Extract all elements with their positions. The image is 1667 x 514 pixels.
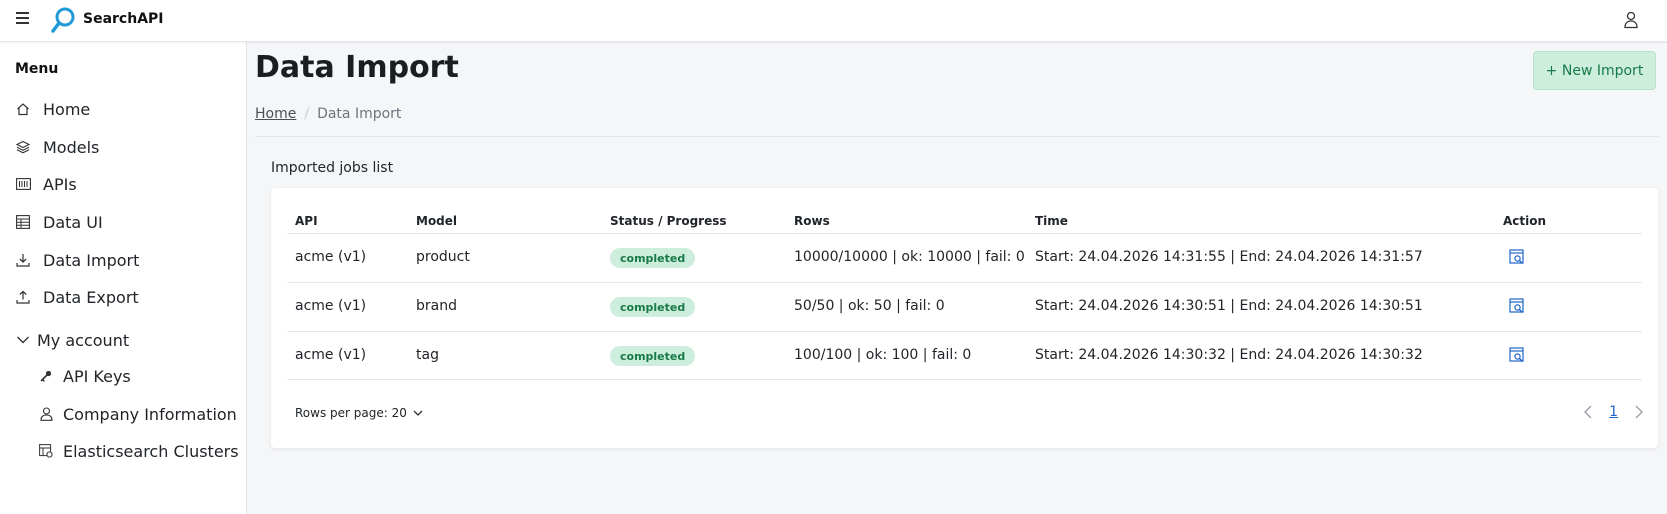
cell-time: Start: 24.04.2026 14:31:55 | End: 24.04.… <box>1035 249 1423 265</box>
status-badge: completed <box>610 297 696 317</box>
view-details-icon[interactable] <box>1509 347 1525 363</box>
user-icon <box>38 406 54 422</box>
cell-api: acme (v1) <box>295 249 367 265</box>
view-details-icon[interactable] <box>1509 249 1525 265</box>
cell-time: Start: 24.04.2026 14:30:51 | End: 24.04.… <box>1035 298 1423 314</box>
table-row: acme (v1) tag completed 100/100 | ok: 10… <box>287 331 1642 380</box>
brand-name: SearchAPI <box>83 11 164 27</box>
sidebar-menu-title: Menu <box>15 61 59 77</box>
cell-model: brand <box>416 298 457 314</box>
cell-model: tag <box>416 347 439 363</box>
column-header-action: Action <box>1503 214 1547 228</box>
sidebar-item-company-information[interactable]: Company Information <box>38 399 237 429</box>
sidebar-item-label: Home <box>43 99 91 119</box>
previous-page-icon[interactable] <box>1581 405 1595 419</box>
sidebar-item-label: Data Import <box>43 250 140 270</box>
column-header-model: Model <box>416 214 458 228</box>
sidebar-item-label: Elasticsearch Clusters <box>63 441 239 461</box>
cell-rows: 100/100 | ok: 100 | fail: 0 <box>794 347 972 363</box>
sidebar-item-elasticsearch-clusters[interactable]: Elasticsearch Clusters <box>38 436 239 466</box>
new-import-button[interactable]: + New Import <box>1533 51 1656 90</box>
sidebar-item-data-ui[interactable]: Data UI <box>15 207 103 237</box>
pagination: 1 <box>1581 404 1646 420</box>
cell-rows: 50/50 | ok: 50 | fail: 0 <box>794 298 945 314</box>
rows-per-page-label: Rows per page: 20 <box>295 406 407 420</box>
top-bar: SearchAPI <box>0 0 1667 42</box>
page-number-link[interactable]: 1 <box>1609 404 1618 420</box>
sidebar-item-label: Company Information <box>63 404 237 424</box>
cell-rows: 10000/10000 | ok: 10000 | fail: 0 <box>794 249 1025 265</box>
status-badge: completed <box>610 346 696 366</box>
page-title: Data Import <box>255 50 459 85</box>
sidebar-item-models[interactable]: Models <box>15 132 99 162</box>
section-title: Imported jobs list <box>271 160 394 176</box>
table-icon <box>15 214 31 230</box>
cell-time: Start: 24.04.2026 14:30:32 | End: 24.04.… <box>1035 347 1423 363</box>
sidebar-my-account-toggle[interactable]: My account <box>15 325 129 355</box>
cell-model: product <box>416 249 470 265</box>
cluster-icon <box>38 443 54 459</box>
sidebar-item-data-import[interactable]: Data Import <box>15 245 139 275</box>
sidebar-item-home[interactable]: Home <box>15 94 90 124</box>
download-icon <box>15 252 31 268</box>
chevron-down-icon <box>15 332 31 348</box>
layers-icon <box>15 139 31 155</box>
sidebar: Menu Home Models APIs Data UI Data Impor… <box>0 42 247 514</box>
jobs-table-card: API Model Status / Progress Rows Time Ac… <box>271 188 1658 448</box>
column-header-time: Time <box>1035 214 1068 228</box>
header-divider <box>255 136 1659 137</box>
status-badge: completed <box>610 248 696 268</box>
sidebar-item-label: Data Export <box>43 287 139 307</box>
key-icon <box>38 368 54 384</box>
column-header-rows: Rows <box>794 214 830 228</box>
main-content: Data Import + New Import Home / Data Imp… <box>247 42 1667 514</box>
column-header-status: Status / Progress <box>610 214 727 228</box>
hamburger-menu-icon[interactable] <box>16 12 31 26</box>
table-row: acme (v1) product completed 10000/10000 … <box>287 233 1642 282</box>
cell-api: acme (v1) <box>295 347 367 363</box>
breadcrumb-separator: / <box>304 106 310 122</box>
sidebar-item-label: Models <box>43 137 100 157</box>
next-page-icon[interactable] <box>1632 405 1646 419</box>
searchapi-logo-icon <box>51 7 75 33</box>
sidebar-item-label: Data UI <box>43 212 103 232</box>
sidebar-item-label: My account <box>37 330 130 350</box>
sidebar-item-apis[interactable]: APIs <box>15 169 77 199</box>
home-icon <box>15 101 31 117</box>
cell-api: acme (v1) <box>295 298 367 314</box>
view-details-icon[interactable] <box>1509 298 1525 314</box>
breadcrumb-home-link[interactable]: Home <box>255 106 296 122</box>
sidebar-item-data-export[interactable]: Data Export <box>15 282 139 312</box>
sidebar-item-api-keys[interactable]: API Keys <box>38 361 131 391</box>
rows-per-page-select[interactable]: Rows per page: 20 <box>295 406 423 420</box>
chevron-down-icon <box>413 410 423 416</box>
column-header-api: API <box>295 214 318 228</box>
sidebar-item-label: API Keys <box>63 366 131 386</box>
sidebar-item-label: APIs <box>43 174 77 194</box>
breadcrumb-current: Data Import <box>317 106 402 122</box>
breadcrumb: Home / Data Import <box>255 106 401 122</box>
table-row: acme (v1) brand completed 50/50 | ok: 50… <box>287 282 1642 331</box>
user-account-icon[interactable] <box>1623 11 1639 29</box>
upload-icon <box>15 289 31 305</box>
api-icon <box>15 176 31 192</box>
